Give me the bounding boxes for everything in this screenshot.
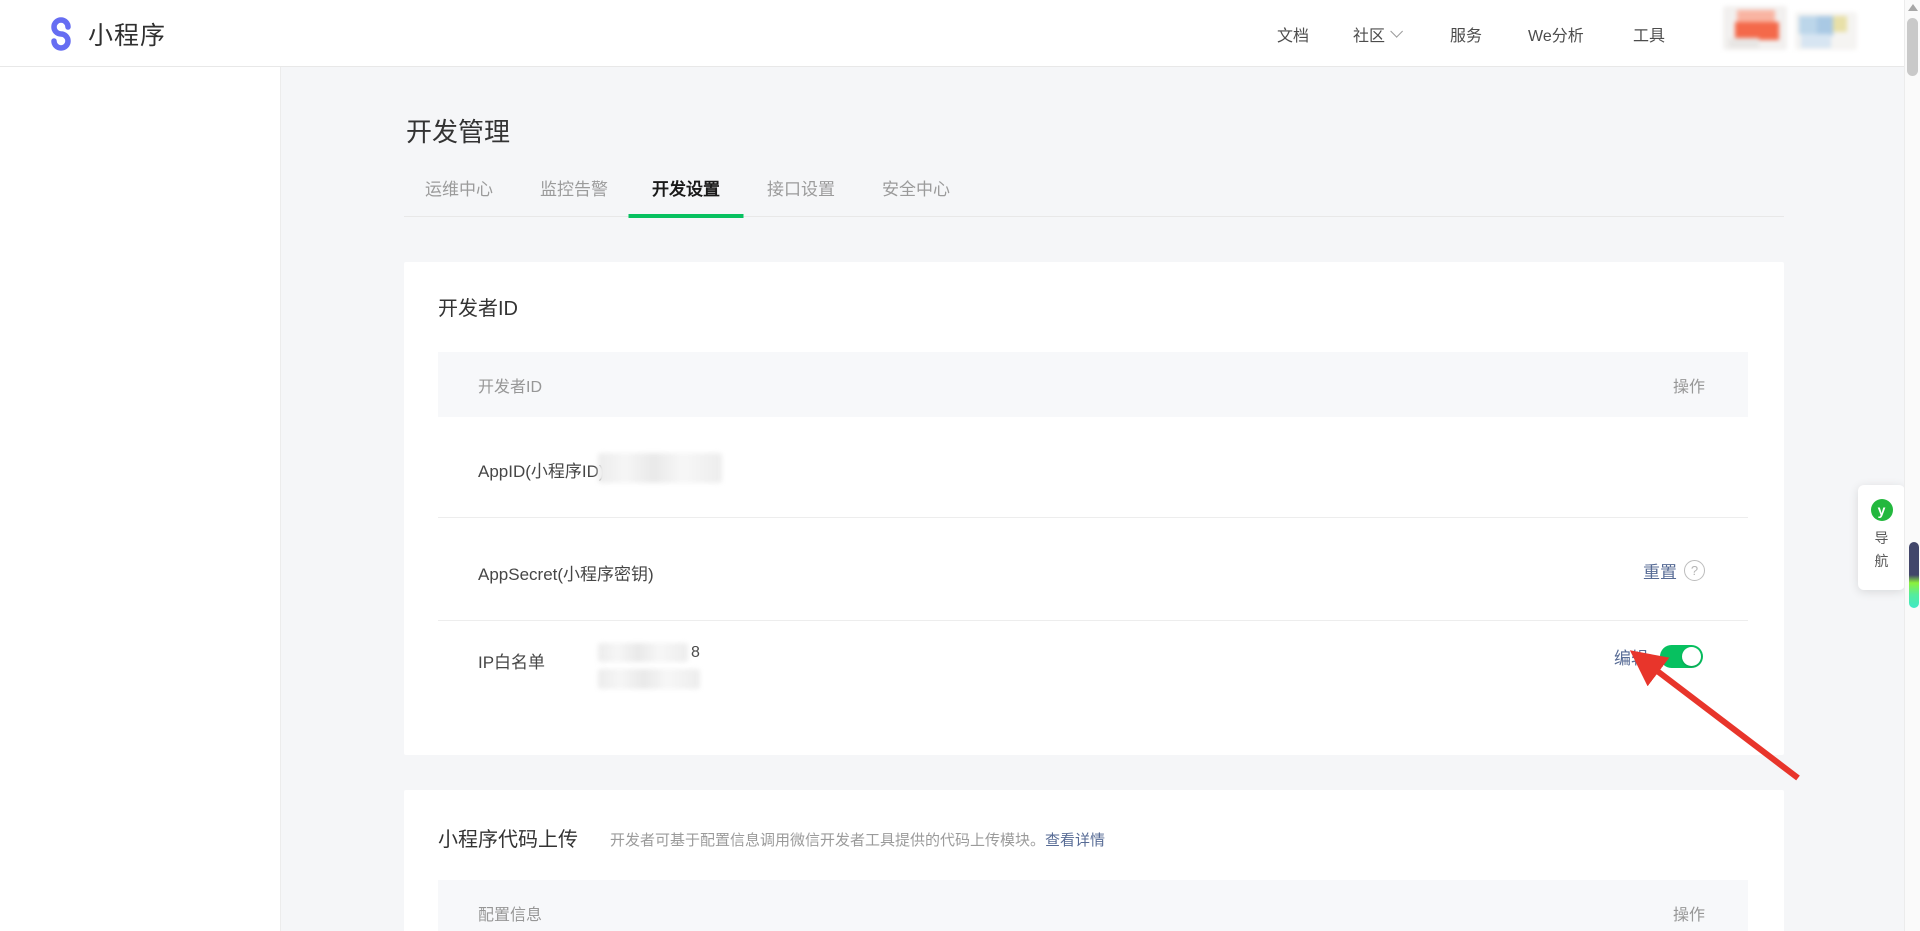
- ip-whitelist-row: IP白名单 8 编辑: [438, 621, 1748, 755]
- toggle-knob: [1682, 647, 1701, 666]
- nav-tools[interactable]: 工具: [1633, 0, 1665, 67]
- developer-id-heading: 开发者ID: [438, 292, 518, 321]
- developer-id-table-header: 开发者ID 操作: [438, 352, 1748, 417]
- tab-operations-center[interactable]: 运维中心: [425, 175, 493, 217]
- miniprogram-logo[interactable]: 小程序: [42, 0, 166, 67]
- view-details-link[interactable]: 查看详情: [1045, 829, 1105, 850]
- appsecret-label: AppSecret(小程序密钥): [478, 560, 654, 585]
- top-header: 小程序 文档 社区 服务 We分析 工具: [0, 0, 1920, 67]
- account-avatar-redacted[interactable]: [1723, 6, 1787, 50]
- scrollbar-thumb[interactable]: [1907, 18, 1918, 76]
- column-action: 操作: [1673, 373, 1705, 397]
- column-action: 操作: [1673, 901, 1705, 925]
- column-developer-id: 开发者ID: [478, 373, 542, 397]
- scroll-position-marker[interactable]: [1909, 542, 1919, 608]
- nav-widget-text-2: 航: [1858, 550, 1905, 573]
- tab-interface-settings[interactable]: 接口设置: [767, 175, 835, 217]
- logo-text: 小程序: [88, 16, 166, 52]
- chevron-down-icon: [1390, 25, 1403, 38]
- tab-bar: 运维中心 监控告警 开发设置 接口设置 安全中心: [404, 175, 1784, 217]
- ip-value-2-redacted: [598, 669, 700, 689]
- ip-value-1-tail: 8: [691, 644, 700, 662]
- column-config-info: 配置信息: [478, 901, 542, 925]
- appid-label: AppID(小程序ID): [478, 457, 605, 482]
- nav-we-analytics[interactable]: We分析: [1528, 0, 1584, 67]
- ip-whitelist-toggle[interactable]: [1660, 645, 1703, 668]
- scroll-up-arrow-icon[interactable]: [1908, 4, 1918, 11]
- page-title: 开发管理: [406, 112, 510, 149]
- question-circle-icon[interactable]: ?: [1684, 560, 1705, 581]
- edit-link[interactable]: 编辑: [1614, 644, 1648, 669]
- nav-widget-text-1: 导: [1858, 527, 1905, 550]
- floating-nav-widget[interactable]: y 导 航: [1858, 485, 1905, 590]
- nav-docs[interactable]: 文档: [1277, 0, 1309, 67]
- code-upload-table-header: 配置信息 操作: [438, 880, 1748, 931]
- ip-value-1-redacted: [598, 643, 688, 662]
- tab-monitor-alerts[interactable]: 监控告警: [540, 175, 608, 217]
- appsecret-row: AppSecret(小程序密钥) 重置 ?: [438, 518, 1748, 621]
- appid-row: AppID(小程序ID): [438, 417, 1748, 518]
- miniprogram-logo-icon: [42, 16, 78, 52]
- code-upload-description: 开发者可基于配置信息调用微信开发者工具提供的代码上传模块。: [610, 829, 1045, 850]
- user-avatar-redacted[interactable]: [1795, 12, 1857, 50]
- developer-id-card: 开发者ID 开发者ID 操作 AppID(小程序ID) AppSecret(小程…: [404, 262, 1784, 755]
- nav-widget-icon: y: [1871, 499, 1893, 521]
- tab-security-center[interactable]: 安全中心: [882, 175, 950, 217]
- appid-value-redacted: [598, 453, 722, 483]
- code-upload-table: 配置信息 操作: [438, 880, 1748, 931]
- nav-community[interactable]: 社区: [1353, 0, 1399, 67]
- reset-link[interactable]: 重置: [1643, 558, 1677, 583]
- sidebar: [0, 67, 281, 931]
- scrollbar-track[interactable]: [1904, 0, 1920, 931]
- ip-whitelist-label: IP白名单: [478, 648, 545, 673]
- page: 小程序 文档 社区 服务 We分析 工具: [0, 0, 1920, 931]
- developer-id-table: 开发者ID 操作 AppID(小程序ID) AppSecret(小程序密钥) 重…: [438, 352, 1748, 755]
- code-upload-card: 小程序代码上传 开发者可基于配置信息调用微信开发者工具提供的代码上传模块。 查看…: [404, 790, 1784, 931]
- tab-development-settings[interactable]: 开发设置: [652, 175, 720, 217]
- nav-services[interactable]: 服务: [1450, 0, 1482, 67]
- code-upload-heading: 小程序代码上传: [438, 823, 578, 852]
